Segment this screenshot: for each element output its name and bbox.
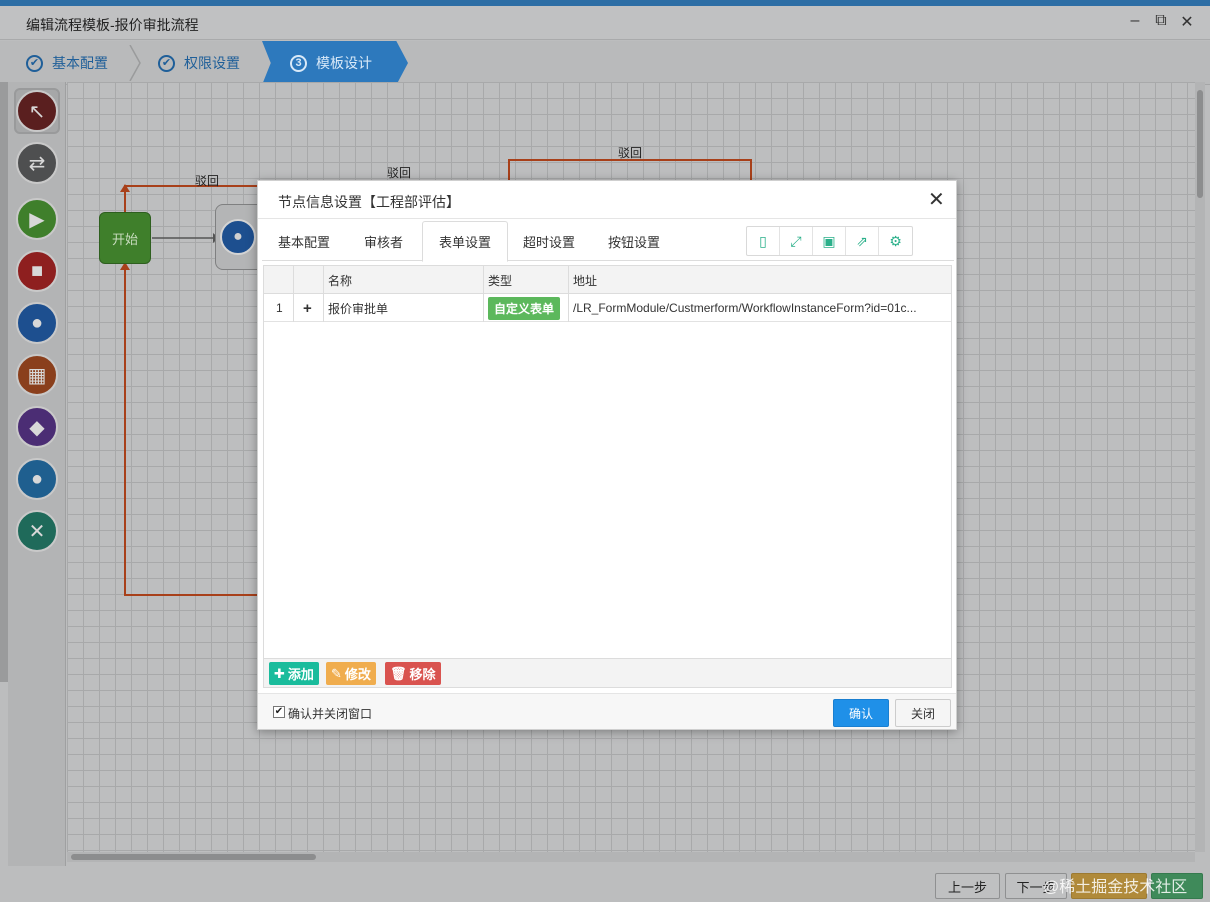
user-icon: ● <box>220 219 256 255</box>
tab-timeout-settings[interactable]: 超时设置 <box>507 221 591 261</box>
row-type: 自定义表单 <box>484 294 569 322</box>
step-label: 权限设置 <box>184 55 240 71</box>
scroll-thumb[interactable] <box>71 854 316 860</box>
row-name: 报价审批单 <box>324 294 484 322</box>
edit-button[interactable]: ✎ 修改 <box>326 662 376 685</box>
window-title: 编辑流程模板-报价审批流程 <box>26 17 199 33</box>
type-badge: 自定义表单 <box>488 296 561 320</box>
step-separator-icon <box>129 45 141 81</box>
tool-end-node[interactable]: ■ <box>14 248 60 294</box>
tool-reader-node[interactable]: ● <box>14 456 60 502</box>
tool-subflow-node[interactable]: ▦ <box>14 352 60 398</box>
swap-arrows-icon: ⇄ <box>16 142 58 184</box>
checkbox-label: 确认并关闭窗口 <box>288 707 373 721</box>
edit-icon: ✎ <box>331 665 342 681</box>
close-button[interactable]: 关闭 <box>895 699 951 727</box>
reject-label: 驳回 <box>195 174 220 188</box>
header-index <box>264 266 294 294</box>
confirm-button[interactable]: 确认 <box>833 699 889 727</box>
dialog-title: 节点信息设置【工程部评估】 <box>278 194 460 210</box>
check-circle-icon: ✔ <box>26 54 43 72</box>
dialog-toolbar: ▯ ⤢ ▣ ⇗ ⚙ <box>746 226 913 256</box>
dialog-tabs: 基本配置 审核者 表单设置 超时设置 按钮设置 ▯ ⤢ ▣ ⇗ ⚙ <box>262 219 954 262</box>
header-name: 名称 <box>324 266 484 294</box>
stop-icon: ■ <box>16 250 58 292</box>
start-node[interactable]: 开始 <box>99 212 151 264</box>
add-button[interactable]: ✚ 添加 <box>269 662 319 685</box>
header-type: 类型 <box>484 266 569 294</box>
minimize-icon[interactable]: – <box>1124 12 1146 30</box>
close-icon[interactable]: ✕ <box>928 187 945 212</box>
maximize-icon[interactable]: ⧉ <box>1150 12 1172 30</box>
tool-select[interactable]: ↖ <box>14 88 60 134</box>
plus-icon: ✚ <box>274 665 285 681</box>
mobile-icon[interactable]: ▯ <box>747 227 780 255</box>
step-label: 基本配置 <box>52 55 108 71</box>
reject-label: 驳回 <box>618 146 643 160</box>
fork-icon: ✕ <box>16 510 58 552</box>
grid-icon: ▦ <box>16 354 58 396</box>
node-settings-dialog: 节点信息设置【工程部评估】 ✕ 基本配置 审核者 表单设置 超时设置 按钮设置 … <box>257 180 957 730</box>
user-icon: ● <box>16 302 58 344</box>
trash-icon: 🗑 <box>390 665 407 681</box>
scroll-thumb[interactable] <box>1197 90 1203 198</box>
step-permissions[interactable]: ✔ 权限设置 <box>158 41 268 85</box>
tool-user-node[interactable]: ● <box>14 300 60 346</box>
step-bar: ✔ 基本配置 ✔ 权限设置 3 模板设计 <box>0 41 1210 85</box>
add-label: 添加 <box>287 667 314 682</box>
dialog-footer: ✔ 确认并关闭窗口 确认 关闭 <box>258 693 956 729</box>
tab-reviewers[interactable]: 审核者 <box>348 221 419 261</box>
step-basic-config[interactable]: ✔ 基本配置 <box>26 41 136 85</box>
tool-fork-node[interactable]: ✕ <box>14 508 60 554</box>
play-icon: ▶ <box>16 198 58 240</box>
diamond-icon: ◆ <box>16 406 58 448</box>
fullscreen-icon[interactable]: ⤢ <box>780 227 813 255</box>
table-header: 名称 类型 地址 <box>264 266 951 294</box>
form-table: 名称 类型 地址 1 + 报价审批单 自定义表单 /LR_FormModule/… <box>263 265 952 688</box>
window-titlebar: 编辑流程模板-报价审批流程 – ⧉ ✕ <box>0 6 1210 40</box>
step-number-icon: 3 <box>290 54 307 72</box>
share-icon[interactable]: ⇗ <box>846 227 879 255</box>
save-icon[interactable]: ▣ <box>813 227 846 255</box>
tab-basic-config[interactable]: 基本配置 <box>262 221 346 261</box>
expand-icon[interactable]: + <box>294 294 324 322</box>
tool-connector[interactable]: ⇄ <box>14 140 60 186</box>
shape-toolbar: ↖ ⇄ ▶ ■ ● ▦ ◆ ● ✕ <box>8 82 66 866</box>
table-actions: ✚ 添加 ✎ 修改 🗑 移除 <box>264 658 951 687</box>
reader-icon: ● <box>16 458 58 500</box>
row-url: /LR_FormModule/Custmerform/WorkflowInsta… <box>573 301 917 315</box>
watermark: @稀土掘金技术社区 <box>1043 879 1188 896</box>
tool-condition-node[interactable]: ◆ <box>14 404 60 450</box>
gear-icon[interactable]: ⚙ <box>879 227 912 255</box>
check-circle-icon: ✔ <box>158 54 175 72</box>
step-template-design[interactable]: 3 模板设计 <box>262 41 408 85</box>
header-url: 地址 <box>573 273 598 288</box>
tab-button-settings[interactable]: 按钮设置 <box>592 221 676 261</box>
tab-form-settings[interactable]: 表单设置 <box>422 221 509 262</box>
step-label: 模板设计 <box>316 55 372 71</box>
canvas-vertical-scrollbar[interactable] <box>1195 82 1205 852</box>
prev-step-button[interactable]: 上一步 <box>935 873 1000 899</box>
header-expand <box>294 266 324 294</box>
close-icon[interactable]: ✕ <box>1176 12 1198 32</box>
row-index: 1 <box>264 294 294 322</box>
canvas-horizontal-scrollbar[interactable] <box>67 852 1195 862</box>
tool-start-node[interactable]: ▶ <box>14 196 60 242</box>
reject-label: 驳回 <box>387 166 412 180</box>
dialog-header: 节点信息设置【工程部评估】 ✕ <box>258 181 956 219</box>
pointer-arrow-icon: ↖ <box>16 90 58 132</box>
edit-label: 修改 <box>344 667 371 682</box>
remove-label: 移除 <box>409 667 436 682</box>
remove-button[interactable]: 🗑 移除 <box>385 662 441 685</box>
confirm-close-checkbox[interactable]: ✔ <box>273 706 285 718</box>
background-page-strip <box>0 82 8 682</box>
table-row[interactable]: 1 + 报价审批单 自定义表单 /LR_FormModule/Custmerfo… <box>264 294 951 322</box>
